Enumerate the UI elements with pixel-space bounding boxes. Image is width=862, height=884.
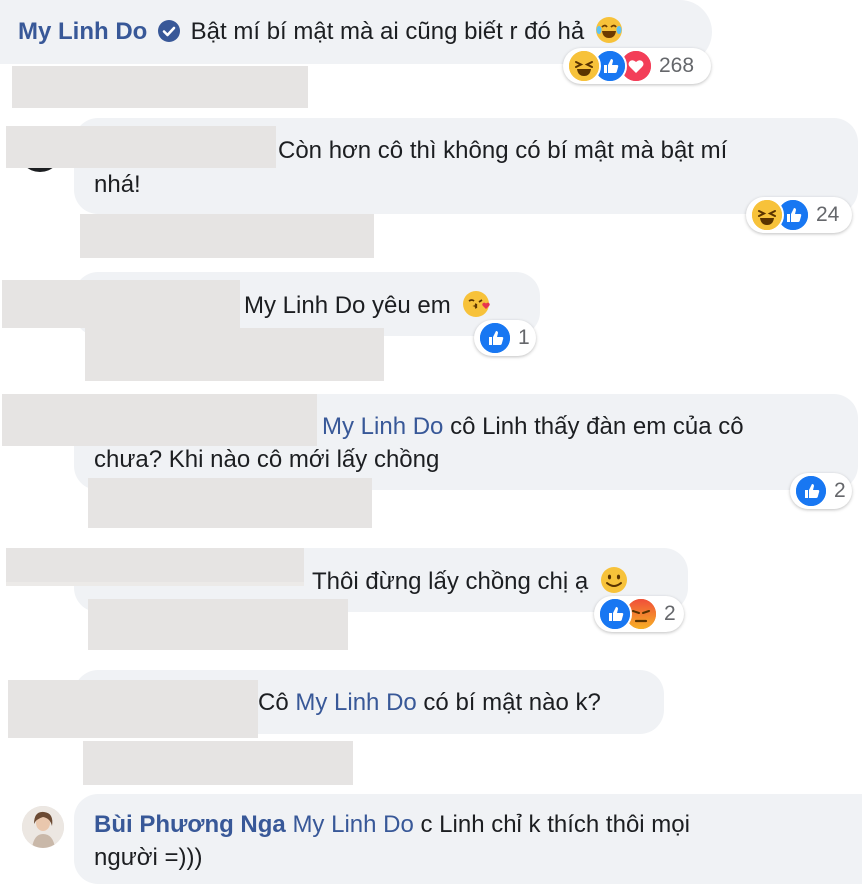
smiling-face-emoji-icon bbox=[599, 565, 629, 595]
mention-link[interactable]: My Linh Do bbox=[322, 413, 443, 440]
redacted-block bbox=[12, 66, 308, 108]
redacted-block bbox=[83, 741, 353, 785]
comment-body-line1: c Linh chỉ k thích thôi mọi bbox=[420, 811, 690, 838]
reaction-summary[interactable]: 1 bbox=[474, 320, 536, 356]
reaction-summary[interactable]: 2 bbox=[790, 473, 852, 509]
reaction-summary[interactable]: 2 bbox=[594, 596, 684, 632]
reaction-count: 24 bbox=[816, 203, 840, 226]
comment-text: Thôi đừng lấy chồng chị ạ bbox=[312, 565, 629, 598]
like-reaction-icon bbox=[598, 597, 632, 631]
kissing-heart-emoji-icon bbox=[461, 289, 491, 319]
comment-prefix: Cô bbox=[258, 689, 289, 716]
redacted-block bbox=[88, 478, 372, 528]
redacted-block bbox=[80, 214, 374, 258]
reaction-summary[interactable]: 268 bbox=[563, 48, 711, 84]
reaction-count: 2 bbox=[664, 602, 676, 625]
mention-link[interactable]: My Linh Do bbox=[295, 689, 416, 716]
redacted-author bbox=[6, 582, 304, 586]
comment-body-line1: cô Linh thấy đàn em của cô bbox=[450, 413, 744, 440]
laughing-tears-emoji-icon bbox=[595, 16, 623, 44]
comment-text: My Linh Do yêu em bbox=[244, 289, 491, 322]
comment-body: Thôi đừng lấy chồng chị ạ bbox=[312, 568, 589, 595]
comment-body-line2: chưa? Khi nào cô mới lấy chồng bbox=[94, 446, 440, 473]
author-name[interactable]: My Linh Do bbox=[18, 18, 147, 45]
redacted-author bbox=[2, 394, 317, 446]
comment-body-line1: Còn hơn cô thì không có bí mật mà bật mí bbox=[278, 137, 728, 164]
redacted-author bbox=[6, 548, 304, 584]
reaction-count: 1 bbox=[518, 326, 530, 349]
redacted-author bbox=[6, 126, 276, 168]
redacted-author bbox=[2, 280, 240, 328]
haha-reaction-icon bbox=[567, 49, 601, 83]
comment-body-line2: người =))) bbox=[94, 844, 203, 871]
redacted-author bbox=[8, 680, 258, 738]
reaction-summary[interactable]: 24 bbox=[746, 197, 852, 233]
like-reaction-icon bbox=[478, 321, 512, 355]
author-name[interactable]: Bùi Phương Nga bbox=[94, 811, 286, 838]
avatar[interactable] bbox=[22, 806, 64, 848]
redacted-block bbox=[88, 599, 348, 650]
comment-text: My Linh Do Bật mí bí mật mà ai cũng biết… bbox=[18, 16, 623, 48]
mention-link[interactable]: My Linh Do bbox=[292, 811, 413, 838]
comment-line1: Bùi Phương Nga My Linh Do c Linh chỉ k t… bbox=[94, 809, 690, 841]
reaction-count: 268 bbox=[659, 54, 695, 77]
redacted-block bbox=[85, 328, 384, 381]
comment-body-line2: nhá! bbox=[94, 171, 141, 198]
comment-line1: My Linh Do cô Linh thấy đàn em của cô bbox=[322, 411, 744, 443]
reaction-count: 2 bbox=[834, 479, 846, 502]
comment-body: có bí mật nào k? bbox=[423, 689, 601, 716]
comment-body: My Linh Do yêu em bbox=[244, 292, 451, 319]
haha-reaction-icon bbox=[750, 198, 784, 232]
like-reaction-icon bbox=[794, 474, 828, 508]
verified-badge-icon bbox=[158, 19, 180, 42]
comment-body: Bật mí bí mật mà ai cũng biết r đó hả bbox=[190, 18, 585, 45]
comment-text: Cô My Linh Do có bí mật nào k? bbox=[258, 687, 601, 719]
